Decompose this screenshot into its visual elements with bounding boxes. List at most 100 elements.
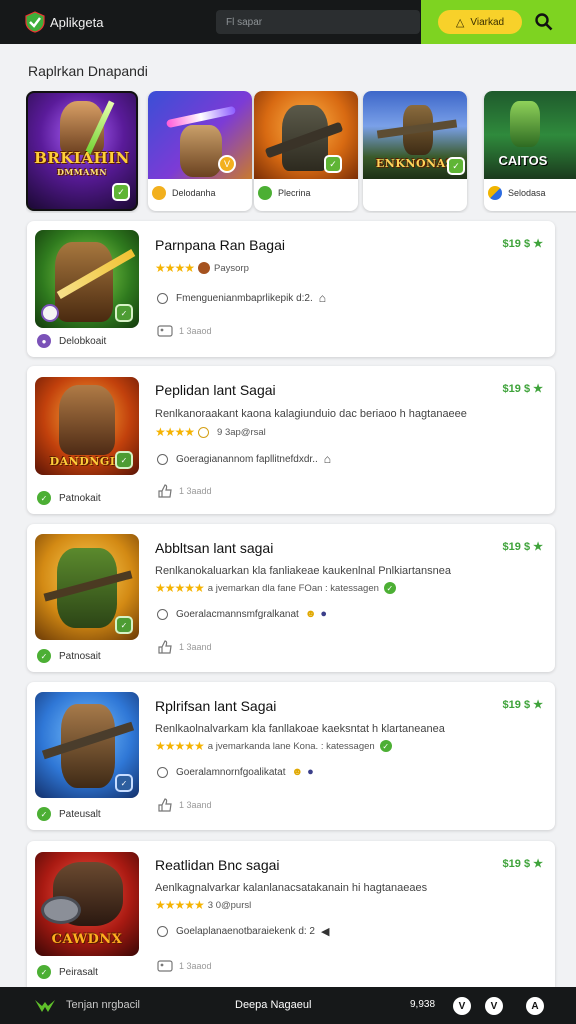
verified-icon: ✓: [383, 582, 396, 594]
developer-row[interactable]: ● Delobkoait: [37, 334, 106, 348]
developer-name: Delobkoait: [59, 335, 107, 347]
developer-row[interactable]: ✓ Peirasalt: [37, 965, 98, 979]
developer-name: Peirasalt: [59, 966, 98, 978]
app-price: $19 $ ★: [502, 383, 543, 395]
app-card[interactable]: DANDNGIA ✓ ✓ Patnokait Peplidan lant Sag…: [27, 366, 555, 514]
app-thumbnail[interactable]: ✓: [35, 692, 139, 798]
bottom-count: 9,938: [410, 999, 436, 1010]
developer-icon: ●: [37, 334, 51, 348]
bottom-action-button-3[interactable]: A: [526, 997, 544, 1015]
app-meta: 1 3aadd: [157, 484, 212, 498]
verified-badge-icon: ✓: [447, 157, 465, 175]
featured-art: CAITOS: [484, 91, 576, 179]
developer-name: Patnosait: [59, 650, 101, 662]
app-description: Aenlkagnalvarkar kalanlanacsatakanain hi…: [155, 882, 428, 894]
search-input[interactable]: Fl sapar: [216, 10, 420, 34]
bottom-left-label[interactable]: Tenjan nrgbacil: [66, 999, 140, 1011]
app-thumbnail[interactable]: ✓: [35, 230, 139, 328]
image-icon: [157, 325, 173, 337]
app-price: $19 $ ★: [502, 858, 543, 870]
app-thumbnail[interactable]: DANDNGIA ✓: [35, 377, 139, 475]
rating-text: a jvemarkan dla fane FOan : katessagen: [207, 582, 379, 594]
bottom-action-button-1[interactable]: V: [453, 997, 471, 1015]
featured-card[interactable]: BRKIAHIN DMMAMN ✓: [26, 91, 138, 211]
rating-text: Paysorp: [214, 262, 249, 274]
featured-card[interactable]: ENKNONAS ✓: [363, 91, 467, 211]
developer-avatar: [41, 304, 59, 322]
app-meta-text: 1 3aaod: [179, 326, 212, 336]
app-subtitle: Goeragianannom fapllitnefdxdr..: [176, 453, 318, 465]
rating-stars: ★★★★★: [155, 739, 205, 753]
rating-stars: ★★★★: [155, 261, 195, 275]
verified-badge-icon: ✓: [324, 155, 342, 173]
bottom-center-label[interactable]: Deepa Nagaeul: [235, 999, 311, 1011]
app-subtitle-row: Goeragianannom fapllitnefdxdr.. ⌂: [157, 452, 331, 466]
app-subtitle: Goelaplanaenotbaraiekenk d: 2: [176, 926, 315, 937]
app-card[interactable]: ✓ ✓ Patnosait Abbltsan lant sagai $19 $ …: [27, 524, 555, 672]
app-subtitle-row: Goeralacmannsmfgralkanat ☻ ●: [157, 608, 327, 620]
featured-title: Raplrkan Dnapandi: [28, 63, 148, 79]
developer-row[interactable]: ✓ Patnosait: [37, 649, 101, 663]
elf-figure: [510, 101, 540, 147]
app-card[interactable]: ✓ ✓ Pateusalt Rplrifsan lant Sagai $19 $…: [27, 682, 555, 830]
developer-row[interactable]: ✓ Patnokait: [37, 491, 101, 505]
circle-icon: [157, 292, 168, 304]
app-thumbnail[interactable]: ✓: [35, 534, 139, 640]
featured-card[interactable]: V Delodanha: [148, 91, 252, 211]
app-description: Renlkaolnalvarkam kla fanllakoae kaeksnt…: [155, 723, 445, 735]
bottom-action-button-2[interactable]: V: [485, 997, 503, 1015]
hero-figure: [180, 125, 222, 177]
thumbs-up-icon: ⌂: [318, 291, 326, 305]
verified-badge-icon: ✓: [115, 304, 133, 322]
developer-row[interactable]: ✓ Pateusalt: [37, 807, 101, 821]
developer-icon: ✓: [37, 807, 51, 821]
developer-name: Pateusalt: [59, 808, 101, 820]
app-title[interactable]: Peplidan lant Sagai: [155, 382, 276, 398]
coin-icon: V: [218, 155, 236, 173]
app-title[interactable]: Abbltsan lant sagai: [155, 540, 273, 556]
app-thumbnail[interactable]: CAWDNX: [35, 852, 139, 956]
rating-row: ★★★★ Paysorp: [155, 261, 249, 275]
app-card[interactable]: CAWDNX ✓ Peirasalt Reatlidan Bnc sagai $…: [27, 841, 555, 987]
app-subtitle: Fmenguenianmbaprlikepik d:2.: [176, 292, 313, 304]
featured-carousel[interactable]: BRKIAHIN DMMAMN ✓ V Delodanha ✓ Plecrina…: [26, 91, 576, 213]
app-card[interactable]: ✓ ● Delobkoait Parnpana Ran Bagai $19 $ …: [27, 221, 555, 357]
app-description: Renlkanoraakant kaona kalagiunduio dac b…: [155, 408, 467, 420]
brand-name: Aplikgeta: [50, 14, 104, 30]
developer-icon: [488, 186, 502, 200]
thumbs-up-icon: [158, 798, 172, 812]
verified-label: Viarkad: [470, 16, 505, 28]
warning-icon: △: [455, 16, 465, 29]
thumbs-up-icon: [158, 640, 172, 654]
brand-logo-icon: [25, 11, 45, 33]
search-icon[interactable]: [534, 12, 554, 32]
app-subtitle: Goeralacmannsmfgralkanat: [176, 608, 299, 620]
chat-icon: ●: [320, 608, 328, 620]
verified-badge-icon: ✓: [115, 774, 133, 792]
featured-art-subtitle: DMMAMN: [56, 167, 108, 177]
thumbs-up-icon: ⌂: [323, 452, 332, 466]
app-title[interactable]: Rplrifsan lant Sagai: [155, 698, 276, 714]
app-meta-text: 1 3aand: [179, 800, 212, 810]
featured-art: [254, 91, 358, 179]
brand-logo-icon: [35, 1000, 55, 1012]
warrior-figure: [59, 385, 115, 455]
verified-button[interactable]: △ Viarkad: [438, 10, 522, 34]
featured-card[interactable]: ✓ Plecrina: [254, 91, 358, 211]
developer-name: Patnokait: [59, 492, 101, 504]
app-title[interactable]: Reatlidan Bnc sagai: [155, 857, 280, 873]
app-title[interactable]: Parnpana Ran Bagai: [155, 237, 285, 253]
developer-icon: ✓: [37, 965, 51, 979]
app-meta-text: 1 3aaod: [179, 961, 212, 971]
featured-card[interactable]: CAITOS Selodasa: [484, 91, 576, 211]
app-price: $19 $ ★: [502, 541, 543, 553]
verified-badge-icon: ✓: [112, 183, 130, 201]
circle-icon: [157, 926, 168, 937]
emoji-icon: ☻: [291, 766, 304, 778]
chat-icon: ●: [307, 766, 314, 778]
thumbs-up-icon: [158, 484, 172, 498]
brand[interactable]: Aplikgeta: [0, 11, 216, 33]
developer-icon: [258, 186, 272, 200]
developer-icon: ✓: [37, 491, 51, 505]
featured-label: Plecrina: [278, 188, 311, 198]
